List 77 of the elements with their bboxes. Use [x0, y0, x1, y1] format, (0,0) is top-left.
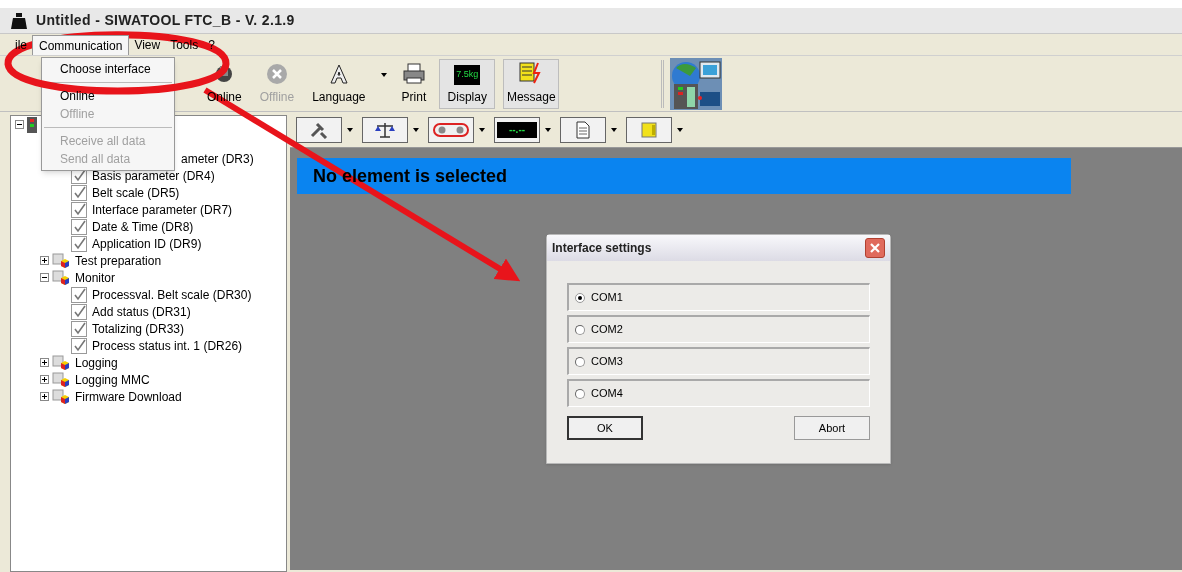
- checkbox[interactable]: [71, 286, 87, 303]
- expander-icon[interactable]: [40, 358, 49, 367]
- conveyor-belt-icon: [433, 121, 469, 138]
- expander-icon[interactable]: [40, 375, 49, 384]
- device-icon: [27, 116, 37, 133]
- cube-stack-icon: [52, 354, 70, 371]
- caret-icon: [380, 72, 387, 77]
- tree-item[interactable]: Process status int. 1 (DR26): [92, 336, 243, 355]
- checkbox[interactable]: [71, 337, 87, 354]
- toolbar-button[interactable]: 7.5kg Display: [439, 58, 496, 109]
- checkbox[interactable]: [71, 320, 87, 337]
- network-computer-icon: [670, 57, 723, 110]
- toolbar-button[interactable]: [362, 116, 408, 143]
- tree-item[interactable]: Test preparation: [75, 251, 162, 270]
- scale-icon: [374, 120, 396, 139]
- font-icon: [327, 62, 350, 85]
- tree-item[interactable]: Belt scale (DR5): [92, 183, 180, 202]
- dialog-button[interactable]: Abort: [794, 416, 870, 440]
- window-title: Untitled - SIWATOOL FTC_B - V. 2.1.9: [36, 11, 295, 30]
- close-icon: [869, 242, 881, 254]
- checkbox[interactable]: [71, 218, 87, 235]
- tree-item[interactable]: Application ID (DR9): [92, 234, 202, 253]
- toolbar-button[interactable]: [626, 116, 672, 143]
- menu-item[interactable]: Online: [60, 87, 95, 105]
- caret-icon[interactable]: [545, 127, 551, 132]
- tree-item[interactable]: Add status (DR31): [92, 302, 191, 321]
- printer-icon: [401, 62, 426, 85]
- dialog-button[interactable]: OK: [567, 416, 643, 440]
- radio-option[interactable]: COM3: [567, 347, 870, 375]
- caret-icon[interactable]: [347, 127, 353, 132]
- menu-item[interactable]: View: [129, 35, 166, 55]
- menu-item[interactable]: Choose interface: [60, 60, 151, 78]
- cube-stack-icon: [52, 371, 70, 388]
- cube-stack-icon: [52, 252, 70, 269]
- cube-stack-icon: [52, 269, 70, 286]
- tree-item[interactable]: Basis parameter (DR4): [92, 166, 215, 185]
- checkbox[interactable]: [71, 201, 87, 218]
- caret-icon[interactable]: [611, 127, 617, 132]
- radio-option[interactable]: COM1: [567, 283, 870, 311]
- toolbar-button[interactable]: Language: [305, 58, 373, 109]
- toolbar-button[interactable]: [560, 116, 606, 143]
- toolbar-button[interactable]: [296, 116, 342, 143]
- tree-item[interactable]: Processval. Belt scale (DR30): [92, 285, 252, 304]
- expander-icon[interactable]: [40, 273, 49, 282]
- menu-item[interactable]: Communication: [32, 35, 130, 55]
- caret-icon[interactable]: [413, 127, 419, 132]
- tree-item[interactable]: Date & Time (DR8): [92, 217, 194, 236]
- checkbox[interactable]: [71, 184, 87, 201]
- expander-icon[interactable]: [40, 392, 49, 401]
- tree-item[interactable]: ameter (DR3): [181, 149, 254, 168]
- readout-display: --.--: [497, 121, 537, 138]
- toolbar-button[interactable]: --.--: [494, 116, 540, 143]
- tree-item[interactable]: Logging: [75, 353, 118, 372]
- scale-display-icon: 7.5kg: [454, 64, 481, 85]
- caret-icon[interactable]: [479, 127, 485, 132]
- cube-stack-icon: [52, 388, 70, 405]
- radio-option[interactable]: COM4: [567, 379, 870, 407]
- close-circle-icon: [265, 62, 288, 85]
- tree-item[interactable]: Interface parameter (DR7): [92, 200, 233, 219]
- radio-option[interactable]: COM2: [567, 315, 870, 343]
- tree-item[interactable]: Firmware Download: [75, 387, 182, 406]
- close-button[interactable]: [865, 238, 885, 258]
- weight-icon: [10, 11, 28, 30]
- tree-item[interactable]: Totalizing (DR33): [92, 319, 185, 338]
- document-icon: [576, 120, 590, 139]
- dialog-title: Interface settings: [552, 240, 652, 257]
- memory-card-icon: [641, 121, 657, 138]
- tree-item[interactable]: Monitor: [75, 268, 115, 287]
- expander-icon[interactable]: [40, 256, 49, 265]
- checkbox[interactable]: [71, 235, 87, 252]
- toolbar-button[interactable]: Message: [503, 58, 560, 109]
- toolbar-button[interactable]: Print: [394, 58, 434, 109]
- toolbar-button[interactable]: [428, 116, 474, 143]
- expander-icon[interactable]: [15, 120, 24, 129]
- tree-item[interactable]: Logging MMC: [75, 370, 150, 389]
- caret-icon[interactable]: [677, 127, 683, 132]
- checkbox[interactable]: [71, 303, 87, 320]
